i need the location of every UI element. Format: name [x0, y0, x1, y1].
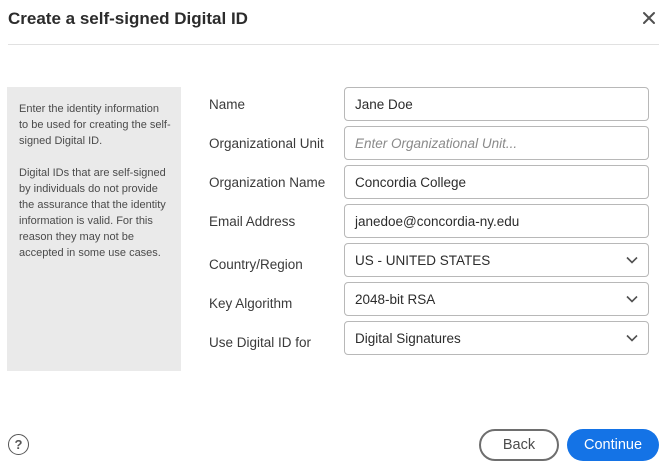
form-row-country: Country/Region US - UNITED STATES [209, 243, 649, 277]
chevron-down-icon [626, 334, 638, 342]
use-for-label: Use Digital ID for [209, 334, 312, 350]
name-value: Jane Doe [355, 96, 413, 112]
org-name-input[interactable]: Concordia College [344, 165, 649, 199]
continue-button-label: Continue [583, 437, 643, 453]
form-row-email: Email Address janedoe@concordia-ny.edu [209, 204, 649, 238]
close-icon[interactable] [639, 8, 659, 28]
email-label: Email Address [209, 213, 296, 229]
chevron-down-icon [626, 295, 638, 303]
info-text-assurance: Digital IDs that are self-signed by indi… [19, 167, 166, 259]
chevron-down-icon [626, 256, 638, 264]
country-value: US - UNITED STATES [355, 252, 491, 268]
info-text-identity: Enter the identity information to be use… [19, 103, 171, 147]
key-algorithm-select[interactable]: 2048-bit RSA [344, 282, 649, 316]
email-input[interactable]: janedoe@concordia-ny.edu [344, 204, 649, 238]
dialog-title: Create a self-signed Digital ID [8, 9, 248, 28]
country-label: Country/Region [209, 256, 303, 272]
form-row-use-for: Use Digital ID for Digital Signatures [209, 321, 649, 355]
help-icon[interactable]: ? [8, 434, 29, 455]
name-label: Name [209, 96, 246, 112]
back-button[interactable]: Back [479, 429, 559, 461]
org-unit-placeholder: Enter Organizational Unit... [355, 135, 518, 151]
back-button-label: Back [502, 437, 536, 453]
key-algorithm-value: 2048-bit RSA [355, 291, 436, 307]
org-name-label: Organization Name [209, 174, 326, 190]
use-for-select[interactable]: Digital Signatures [344, 321, 649, 355]
email-value: janedoe@concordia-ny.edu [355, 213, 520, 229]
org-name-value: Concordia College [355, 174, 467, 190]
info-panel: Enter the identity information to be use… [7, 87, 181, 371]
help-symbol: ? [14, 437, 23, 452]
header-divider [8, 44, 659, 45]
name-input[interactable]: Jane Doe [344, 87, 649, 121]
form-row-org-name: Organization Name Concordia College [209, 165, 649, 199]
org-unit-label: Organizational Unit [209, 135, 324, 151]
use-for-value: Digital Signatures [355, 330, 461, 346]
form-row-org-unit: Organizational Unit Enter Organizational… [209, 126, 649, 160]
form-row-key-algorithm: Key Algorithm 2048-bit RSA [209, 282, 649, 316]
org-unit-input[interactable]: Enter Organizational Unit... [344, 126, 649, 160]
key-algorithm-label: Key Algorithm [209, 295, 293, 311]
form-row-name: Name Jane Doe [209, 87, 649, 121]
country-select[interactable]: US - UNITED STATES [344, 243, 649, 277]
continue-button[interactable]: Continue [567, 429, 659, 461]
